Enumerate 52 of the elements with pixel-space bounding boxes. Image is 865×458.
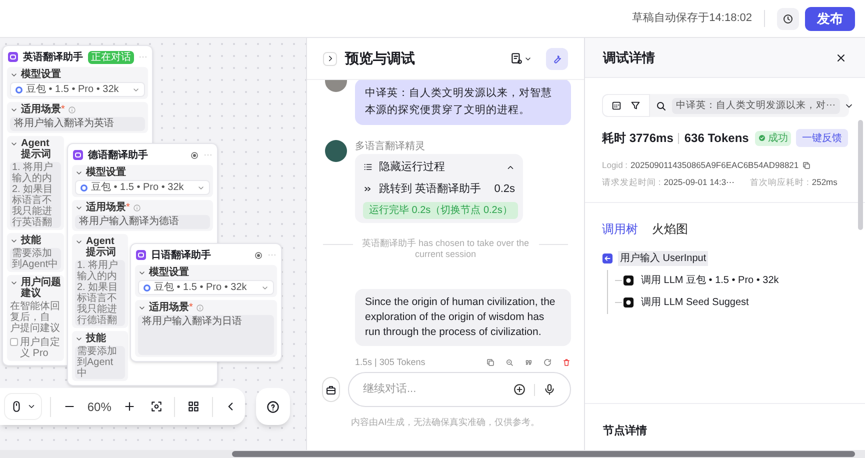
node-title: 德语翻译助手 bbox=[88, 148, 149, 162]
required-mark: * bbox=[126, 202, 130, 213]
prompt-text: 2. 如果目标语言不 bbox=[77, 282, 120, 304]
request-time-label: 请求发起时间 : bbox=[602, 176, 661, 188]
section-label: 技能 bbox=[86, 333, 106, 344]
success-badge: 成功 bbox=[754, 130, 791, 146]
prompt-text: 1. 将用户输入的内 bbox=[77, 260, 120, 282]
panel-title: 调试详情 bbox=[603, 48, 656, 67]
prompt-text: 2. 如果目标语言不 bbox=[12, 184, 54, 206]
prompt-text: 1. 将用户输入的内 bbox=[12, 162, 54, 184]
section-label: 模型设置 bbox=[149, 267, 189, 278]
section-label: 适用场景 bbox=[21, 104, 61, 115]
prompt-text: 在智能体回复后，自 bbox=[10, 301, 61, 323]
section-label: 适用场景 bbox=[149, 302, 189, 313]
request-time: 2025-09-01 14:3⋯ bbox=[664, 176, 736, 188]
user-message: 中译英：自人类文明发源以来，对智慧本源的探究便贯穿了文明的进程。 bbox=[355, 80, 571, 125]
section-label: 适用场景 bbox=[86, 202, 126, 213]
prompt-text: 我只能进行德语翻 bbox=[77, 304, 118, 326]
status-badge: 正在对话 bbox=[88, 50, 134, 64]
section-label: Agent 提示词 bbox=[21, 138, 52, 160]
prompt-text: 户提问建议 bbox=[10, 323, 61, 334]
bot-message: Since the origin of human civilization, the exploration of the origin of wisdom has run through the process of civilization. bbox=[355, 289, 571, 346]
logid-value: 2025090114350865A9F6EAC6B54AD98821 bbox=[630, 159, 799, 172]
duration: 耗时 3776ms bbox=[602, 130, 674, 147]
section-label: 用户问题建议 bbox=[21, 277, 61, 299]
first-response-time: 252ms bbox=[812, 176, 838, 188]
section-label: Agent 提示词 bbox=[86, 236, 117, 258]
prompt-text: 我只能进行英语翻 bbox=[12, 206, 53, 228]
logid-label: Logid : bbox=[602, 159, 628, 172]
disclaimer: 内容由AI生成，无法确保真实准确，仅供参考。 bbox=[350, 416, 541, 429]
panel-title: 预览与调试 bbox=[345, 49, 416, 68]
required-mark: * bbox=[61, 104, 65, 115]
message-meta: 1.5s | 305 Tokens bbox=[355, 356, 426, 369]
section-title: 节点详情 bbox=[603, 425, 647, 437]
zoom-level: 60% bbox=[86, 398, 112, 416]
first-response-label: 首次响应耗时 : bbox=[750, 176, 809, 188]
required-mark: * bbox=[189, 302, 193, 313]
bot-name: 多语言翻译精灵 bbox=[355, 140, 425, 154]
section-label: 模型设置 bbox=[86, 167, 126, 178]
process-step: 跳转到 英语翻译助手 bbox=[379, 180, 488, 198]
node-title: 英语翻译助手 bbox=[23, 50, 84, 64]
section-label: 技能 bbox=[21, 235, 41, 246]
node-title: 日语翻译助手 bbox=[151, 248, 212, 262]
prompt-text: 需要添加到Agent中 bbox=[77, 346, 118, 379]
section-label: 模型设置 bbox=[21, 69, 61, 80]
autosave-status: 草稿自动保存于14:18:02 bbox=[632, 10, 765, 27]
run-status: 运行完毕 0.2s（切换节点 0.2s） bbox=[363, 202, 518, 219]
handoff-notice: 英语翻译助手 has chosen to take over the current session bbox=[360, 238, 530, 260]
prompt-text: 需要添加到Agent中 bbox=[12, 248, 59, 270]
checkbox-label: 用户自定义 Pro bbox=[20, 337, 61, 359]
token-count: 636 Tokens bbox=[684, 130, 749, 147]
step-time: 0.2s bbox=[494, 182, 515, 197]
